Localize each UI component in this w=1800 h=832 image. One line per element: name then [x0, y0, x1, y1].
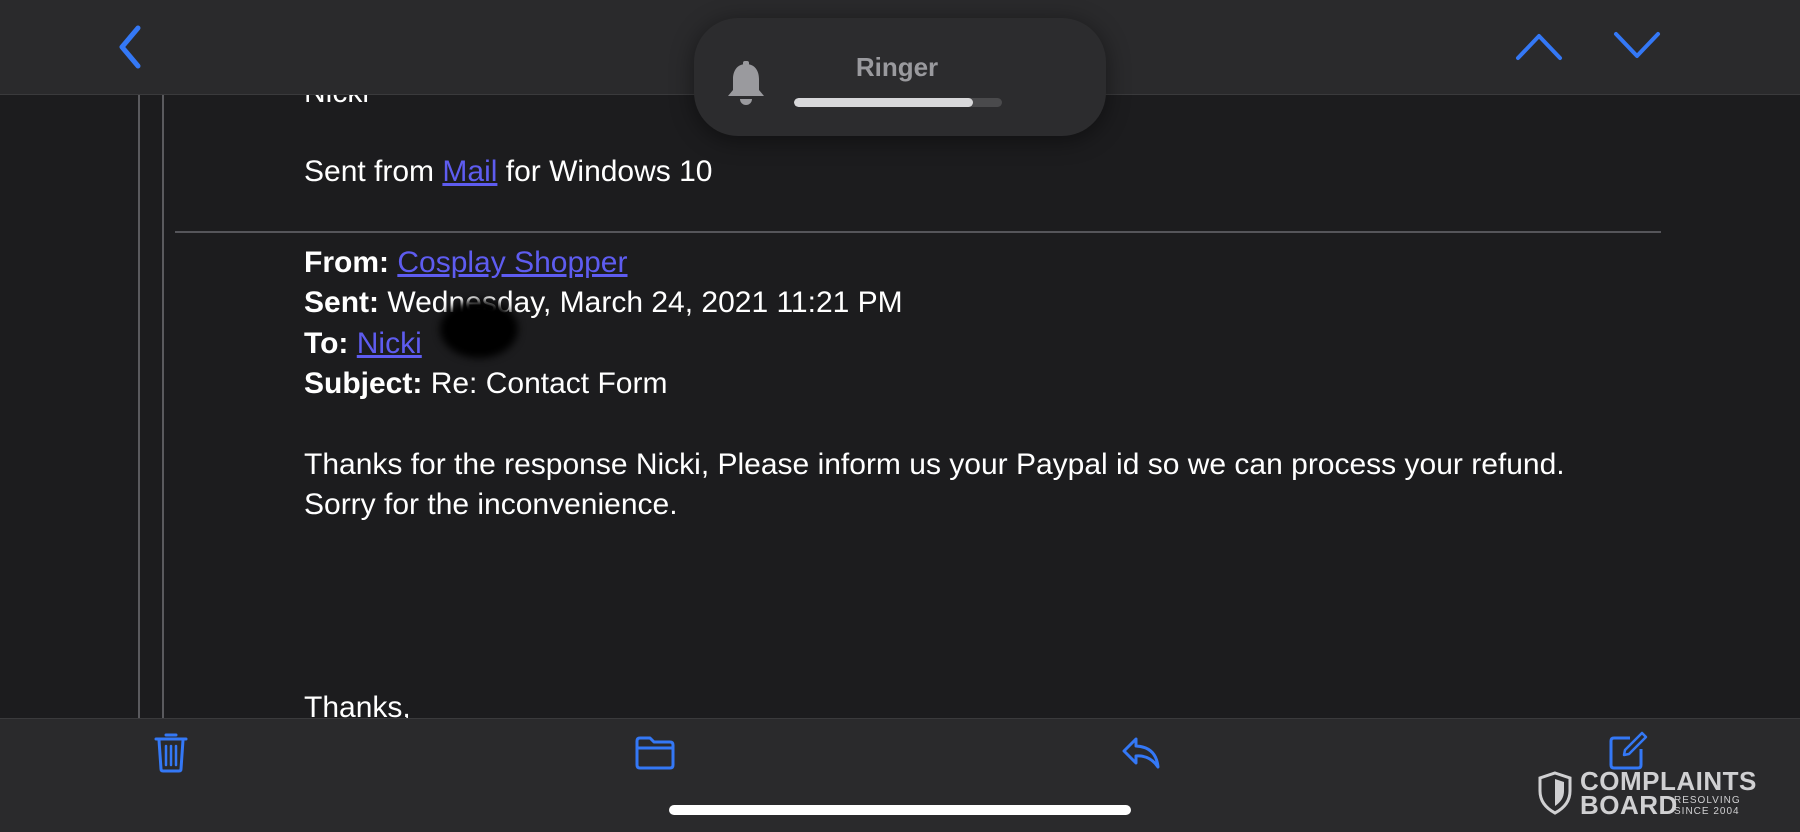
compose-button[interactable] — [1608, 731, 1648, 771]
chevron-left-icon — [119, 25, 141, 69]
complaints-board-watermark: COMPLAINTS BOARD RESOLVING SINCE 2004 — [1538, 768, 1758, 820]
ringer-volume-hud: Ringer — [694, 18, 1106, 136]
message-divider — [175, 231, 1661, 233]
signature-name: Nicki — [304, 95, 369, 113]
move-to-folder-button[interactable] — [634, 735, 676, 771]
watermark-sub-1: RESOLVING — [1674, 795, 1741, 806]
redaction-smudge — [440, 300, 518, 358]
previous-message-button[interactable] — [1514, 30, 1564, 62]
ringer-volume-slider[interactable] — [794, 98, 1002, 107]
from-sender-link[interactable]: Cosplay Shopper — [397, 246, 627, 279]
back-button[interactable] — [116, 24, 144, 70]
closing-text: Thanks, — [304, 691, 411, 718]
reply-button[interactable] — [1120, 733, 1162, 773]
bottom-toolbar: COMPLAINTS BOARD RESOLVING SINCE 2004 — [0, 718, 1800, 832]
sent-from-line: Sent from Mail for Windows 10 — [304, 152, 713, 192]
to-recipient-link[interactable]: Nicki — [357, 327, 422, 360]
subject-line: Subject: Re: Contact Form — [304, 364, 667, 404]
sent-from-prefix: Sent from — [304, 155, 443, 188]
sent-from-suffix: for Windows 10 — [497, 155, 713, 188]
from-label: From: — [304, 246, 389, 279]
folder-icon — [635, 736, 675, 770]
bell-icon — [724, 60, 768, 113]
sent-line: Sent: Wednesday, March 24, 2021 11:21 PM — [304, 283, 903, 323]
sent-label: Sent: — [304, 286, 379, 319]
email-body: Nicki Sent from Mail for Windows 10 From… — [0, 95, 1800, 718]
ringer-volume-fill — [794, 98, 973, 107]
mail-screen: Ringer Nicki Sent from Mail for Windows … — [0, 0, 1800, 832]
watermark-line-2: BOARD — [1580, 790, 1678, 820]
subject-label: Subject: — [304, 367, 423, 400]
from-line: From: Cosplay Shopper — [304, 243, 628, 283]
trash-icon — [154, 733, 188, 773]
watermark-tagline: RESOLVING SINCE 2004 — [1674, 795, 1741, 817]
to-label: To: — [304, 327, 349, 360]
ringer-label: Ringer — [855, 52, 939, 82]
quote-bar — [138, 95, 140, 718]
delete-button[interactable] — [154, 731, 188, 773]
shield-logo-icon — [1538, 771, 1572, 820]
quote-bar — [162, 95, 164, 718]
mail-link[interactable]: Mail — [442, 155, 497, 188]
chevron-up-icon — [1516, 34, 1562, 60]
compose-icon — [1609, 731, 1648, 770]
watermark-sub-2: SINCE 2004 — [1674, 806, 1740, 817]
chevron-down-icon — [1614, 32, 1660, 58]
subject-value: Re: Contact Form — [430, 367, 668, 400]
reply-icon — [1122, 737, 1160, 769]
to-line: To: Nicki — [304, 324, 422, 364]
home-indicator[interactable] — [669, 805, 1131, 815]
next-message-button[interactable] — [1612, 30, 1662, 62]
body-line-1: Thanks for the response Nicki, Please in… — [304, 448, 1565, 481]
body-line-2: Sorry for the inconvenience. — [304, 488, 678, 521]
